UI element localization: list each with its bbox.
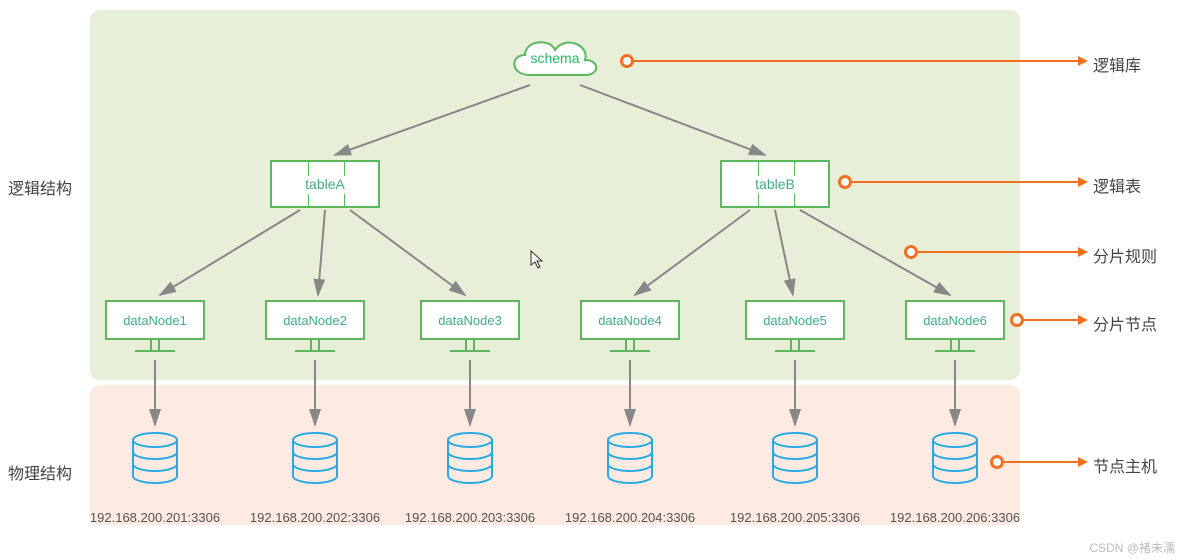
host-4-ip: 192.168.200.204:3306 xyxy=(555,510,705,525)
legend-dot-table xyxy=(838,175,852,189)
host-1-ip: 192.168.200.201:3306 xyxy=(80,510,230,525)
physical-panel xyxy=(90,385,1020,525)
legend-label-node: 分片节点 xyxy=(1093,311,1173,335)
schema-label: schema xyxy=(500,50,610,66)
datanode-5: dataNode5 xyxy=(745,300,845,360)
legend-arrow-table xyxy=(1078,177,1088,187)
legend-line-schema xyxy=(634,60,1080,62)
legend-label-schema: 逻辑库 xyxy=(1093,52,1173,76)
datanode-4: dataNode4 xyxy=(580,300,680,360)
datanode-6: dataNode6 xyxy=(905,300,1005,360)
legend-line-rule xyxy=(918,251,1080,253)
physical-structure-label: 物理结构 xyxy=(0,460,80,484)
legend-label-table: 逻辑表 xyxy=(1093,173,1173,197)
db-host-4-icon xyxy=(600,430,660,490)
host-6-ip: 192.168.200.206:3306 xyxy=(880,510,1030,525)
datanode-3: dataNode3 xyxy=(420,300,520,360)
db-host-6-icon xyxy=(925,430,985,490)
datanode-1-label: dataNode1 xyxy=(123,313,187,328)
host-3-ip: 192.168.200.203:3306 xyxy=(395,510,545,525)
legend-dot-schema xyxy=(620,54,634,68)
watermark: CSDN @褚未濡 xyxy=(1089,539,1175,556)
legend-dot-host xyxy=(990,455,1004,469)
db-host-5-icon xyxy=(765,430,825,490)
legend-dot-node xyxy=(1010,313,1024,327)
db-host-2-icon xyxy=(285,430,345,490)
legend-label-host: 节点主机 xyxy=(1093,453,1173,477)
legend-arrow-node xyxy=(1078,315,1088,325)
legend-label-rule: 分片规则 xyxy=(1093,243,1173,267)
datanode-1: dataNode1 xyxy=(105,300,205,360)
db-host-1-icon xyxy=(125,430,185,490)
logical-structure-label: 逻辑结构 xyxy=(0,175,80,199)
datanode-2-label: dataNode2 xyxy=(283,313,347,328)
host-2-ip: 192.168.200.202:3306 xyxy=(240,510,390,525)
db-host-3-icon xyxy=(440,430,500,490)
legend-line-host xyxy=(1004,461,1080,463)
datanode-3-label: dataNode3 xyxy=(438,313,502,328)
datanode-2: dataNode2 xyxy=(265,300,365,360)
legend-line-node xyxy=(1024,319,1080,321)
legend-arrow-schema xyxy=(1078,56,1088,66)
datanode-5-label: dataNode5 xyxy=(763,313,827,328)
mouse-cursor-icon xyxy=(530,250,546,275)
host-5-ip: 192.168.200.205:3306 xyxy=(720,510,870,525)
legend-arrow-rule xyxy=(1078,247,1088,257)
table-a: tableA xyxy=(270,160,380,208)
legend-arrow-host xyxy=(1078,457,1088,467)
table-b-label: tableB xyxy=(722,176,828,194)
table-b: tableB xyxy=(720,160,830,208)
datanode-4-label: dataNode4 xyxy=(598,313,662,328)
table-a-label: tableA xyxy=(272,176,378,194)
legend-line-table xyxy=(852,181,1080,183)
datanode-6-label: dataNode6 xyxy=(923,313,987,328)
legend-dot-rule xyxy=(904,245,918,259)
